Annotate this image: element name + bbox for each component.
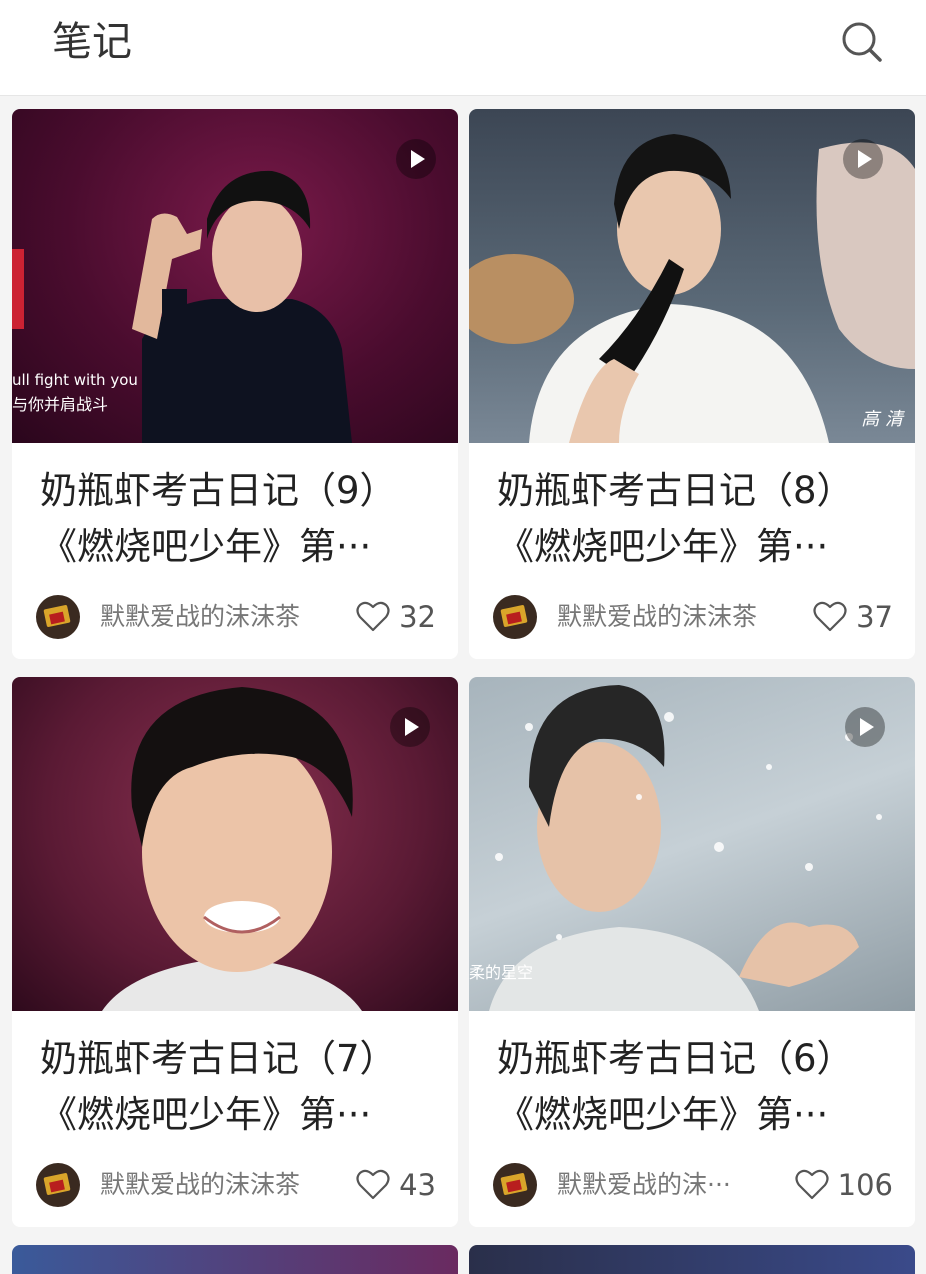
like-button[interactable]: 106: [794, 1163, 893, 1207]
video-subtitle-cn: 与你并肩战斗: [12, 395, 109, 414]
heart-icon: [813, 601, 847, 632]
page-title: 笔记: [52, 19, 132, 65]
like-button[interactable]: 32: [355, 595, 436, 639]
card-title[interactable]: 奶瓶虾考古日记（8） 《燃烧吧少年》第···: [497, 463, 897, 575]
note-card[interactable]: 高 清 奶瓶虾考古日记（8） 《燃烧吧少年》第··· 默默爱战的沫沫茶 37: [469, 109, 915, 659]
note-card[interactable]: 奶瓶虾考古日记（7） 《燃烧吧少年》第··· 默默爱战的沫沫茶 43: [12, 677, 458, 1227]
author-row: 默默爱战的沫··· 106: [493, 1163, 893, 1207]
card-title[interactable]: 奶瓶虾考古日记（9） 《燃烧吧少年》第···: [40, 463, 440, 575]
note-card[interactable]: [469, 1245, 915, 1274]
video-thumbnail[interactable]: ull fight with you 与你并肩战斗: [12, 109, 458, 443]
card-title[interactable]: 奶瓶虾考古日记（7） 《燃烧吧少年》第···: [40, 1031, 440, 1143]
author-name[interactable]: 默默爱战的沫沫茶: [100, 1167, 300, 1203]
like-button[interactable]: 37: [812, 595, 893, 639]
video-subtitle-en: ull fight with you: [12, 371, 138, 389]
search-icon: [842, 22, 882, 62]
like-count: 32: [399, 600, 436, 634]
video-thumbnail[interactable]: [12, 1245, 458, 1274]
card-title[interactable]: 奶瓶虾考古日记（6） 《燃烧吧少年》第···: [497, 1031, 897, 1143]
play-icon[interactable]: [845, 707, 885, 747]
avatar[interactable]: [36, 1163, 80, 1207]
like-count: 43: [399, 1168, 436, 1202]
play-icon[interactable]: [390, 707, 430, 747]
video-thumbnail[interactable]: [469, 1245, 915, 1274]
author-row: 默默爱战的沫沫茶 32: [36, 595, 436, 639]
search-button[interactable]: [838, 18, 886, 66]
avatar[interactable]: [36, 595, 80, 639]
video-thumbnail[interactable]: [12, 677, 458, 1011]
hd-badge: 高 清: [861, 409, 903, 430]
heart-icon: [356, 601, 390, 632]
play-icon[interactable]: [396, 139, 436, 179]
heart-icon: [795, 1169, 829, 1200]
author-name[interactable]: 默默爱战的沫···: [557, 1167, 731, 1203]
like-count: 37: [856, 600, 893, 634]
author-row: 默默爱战的沫沫茶 43: [36, 1163, 436, 1207]
note-card[interactable]: [12, 1245, 458, 1274]
like-button[interactable]: 43: [355, 1163, 436, 1207]
video-thumbnail[interactable]: 高 清: [469, 109, 915, 443]
video-caption: 柔的星空: [469, 963, 534, 982]
avatar[interactable]: [493, 1163, 537, 1207]
author-name[interactable]: 默默爱战的沫沫茶: [100, 599, 300, 635]
video-thumbnail[interactable]: 柔的星空: [469, 677, 915, 1011]
avatar[interactable]: [493, 595, 537, 639]
top-bar: 笔记: [0, 0, 926, 96]
heart-icon: [356, 1169, 390, 1200]
note-card[interactable]: ull fight with you 与你并肩战斗 奶瓶虾考古日记（9） 《燃烧…: [12, 109, 458, 659]
play-icon[interactable]: [843, 139, 883, 179]
note-card[interactable]: 柔的星空 奶瓶虾考古日记（6） 《燃烧吧少年》第··· 默默爱战的沫··· 10…: [469, 677, 915, 1227]
author-row: 默默爱战的沫沫茶 37: [493, 595, 893, 639]
author-name[interactable]: 默默爱战的沫沫茶: [557, 599, 757, 635]
like-count: 106: [837, 1168, 893, 1202]
